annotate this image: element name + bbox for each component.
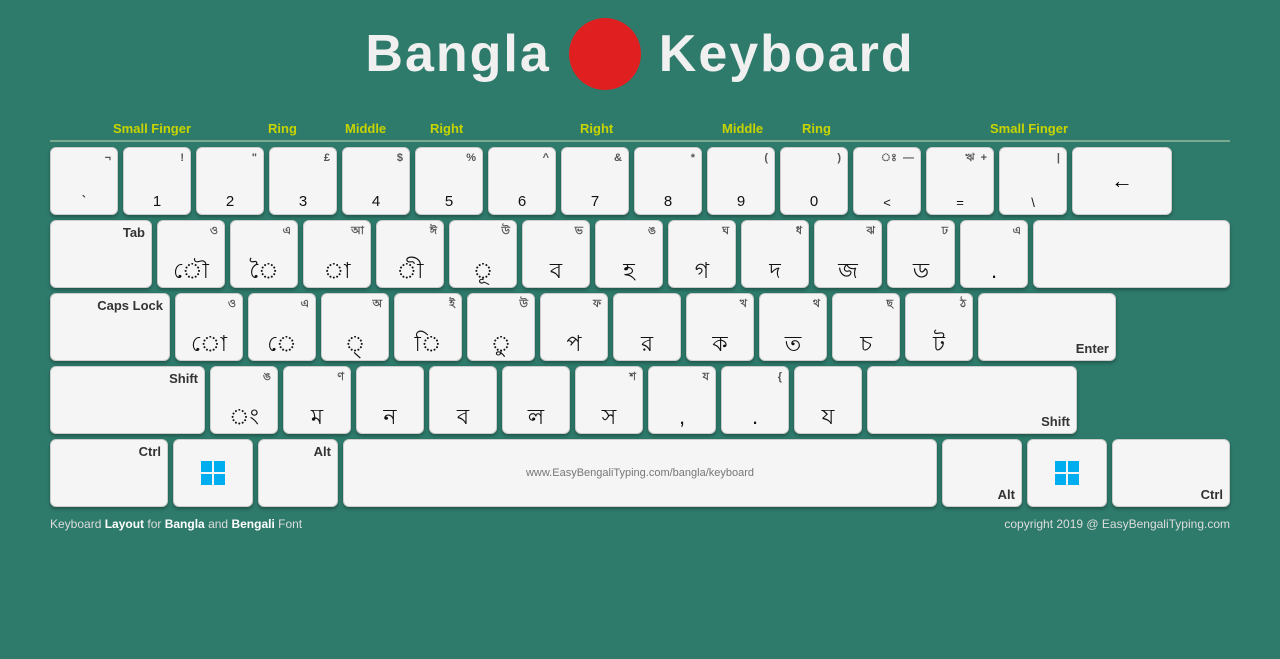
alt-left-label: Alt <box>314 444 331 459</box>
key-g[interactable]: উ ু <box>467 293 535 361</box>
alt-right-key[interactable]: Alt <box>942 439 1022 507</box>
bangladesh-flag-circle <box>569 18 641 90</box>
caps-lock-key[interactable]: Caps Lock <box>50 293 170 361</box>
key-l[interactable]: থ ত <box>759 293 827 361</box>
key-h[interactable]: ফ প <box>540 293 608 361</box>
key-e[interactable]: আ া <box>303 220 371 288</box>
key-3[interactable]: £ 3 <box>269 147 337 215</box>
key-a[interactable]: ও ো <box>175 293 243 361</box>
windows-logo-right-icon <box>1053 459 1081 487</box>
key-y[interactable]: ভ ব <box>522 220 590 288</box>
finger-label-right-left: Right <box>430 121 463 136</box>
key-j[interactable]: র <box>613 293 681 361</box>
footer-left: Keyboard Layout for Bangla and Bengali F… <box>50 517 302 531</box>
key-0[interactable]: ) 0 <box>780 147 848 215</box>
key-w[interactable]: এ ৈ <box>230 220 298 288</box>
key-1[interactable]: ! 1 <box>123 147 191 215</box>
key-r[interactable]: ঈ ী <box>376 220 444 288</box>
ctrl-right-label: Ctrl <box>1201 487 1223 502</box>
tab-row: Tab ও ৌ এ ৈ আ া ঈ ী উ ূ ভ <box>50 220 1230 288</box>
finger-divider-line <box>50 140 1230 142</box>
key-6[interactable]: ^ 6 <box>488 147 556 215</box>
header: Bangla Keyboard <box>365 18 914 90</box>
win-left-key[interactable] <box>173 439 253 507</box>
number-row: ¬ ` ! 1 " 2 £ 3 $ 4 % 5 <box>50 147 1230 215</box>
key-v[interactable]: ব <box>429 366 497 434</box>
key-minus[interactable]: ঃ — < <box>853 147 921 215</box>
shift-left-key[interactable]: Shift <box>50 366 205 434</box>
key-8[interactable]: * 8 <box>634 147 702 215</box>
backspace-key[interactable]: ← <box>1072 147 1172 215</box>
key-f[interactable]: ই ি <box>394 293 462 361</box>
key-backtick[interactable]: ¬ ` <box>50 147 118 215</box>
key-n[interactable]: শ স <box>575 366 643 434</box>
bottom-row: Ctrl Alt www.EasyBengaliTyping.com/bangl… <box>50 439 1230 507</box>
key-u[interactable]: ঙ হ <box>595 220 663 288</box>
shift-right-label: Shift <box>1041 414 1070 429</box>
finger-label-small-finger-right: Small Finger <box>990 121 1068 136</box>
key-i[interactable]: ঘ গ <box>668 220 736 288</box>
caps-lock-label: Caps Lock <box>97 298 163 313</box>
finger-label-ring-left: Ring <box>268 121 297 136</box>
ctrl-left-label: Ctrl <box>139 444 161 459</box>
key-p[interactable]: ঝ জ <box>814 220 882 288</box>
finger-label-right-right: Right <box>580 121 613 136</box>
key-9[interactable]: ( 9 <box>707 147 775 215</box>
space-key[interactable]: www.EasyBengaliTyping.com/bangla/keyboar… <box>343 439 937 507</box>
shift-left-label: Shift <box>169 371 198 386</box>
key-comma[interactable]: { . <box>721 366 789 434</box>
enter-key[interactable]: Enter <box>978 293 1116 361</box>
key-b[interactable]: ল <box>502 366 570 434</box>
finger-label-middle-left: Middle <box>345 121 386 136</box>
key-period[interactable]: য <box>794 366 862 434</box>
key-m[interactable]: য , <box>648 366 716 434</box>
windows-logo-icon <box>199 459 227 487</box>
key-o[interactable]: ধ দ <box>741 220 809 288</box>
key-q[interactable]: ও ৌ <box>157 220 225 288</box>
keyboard-container: Small Finger Ring Middle Right Right Mid… <box>50 108 1230 507</box>
shift-row: Shift ঙ ং ণ ম ন ব ল শ <box>50 366 1230 434</box>
enter-label: Enter <box>1076 341 1109 356</box>
key-rbracket[interactable]: এ . <box>960 220 1028 288</box>
key-2[interactable]: " 2 <box>196 147 264 215</box>
footer: Keyboard Layout for Bangla and Bengali F… <box>50 517 1230 531</box>
key-tab-end[interactable] <box>1033 220 1230 288</box>
key-4[interactable]: $ 4 <box>342 147 410 215</box>
shift-right-key[interactable]: Shift <box>867 366 1077 434</box>
caps-row: Caps Lock ও ো এ ে অ ্ ই ি উ ু <box>50 293 1230 361</box>
keyboard: ¬ ` ! 1 " 2 £ 3 $ 4 % 5 <box>50 147 1230 507</box>
key-equals[interactable]: ঋ + = <box>926 147 994 215</box>
tab-key[interactable]: Tab <box>50 220 152 288</box>
header-title-left: Bangla <box>365 24 550 84</box>
key-t[interactable]: উ ূ <box>449 220 517 288</box>
footer-right: copyright 2019 @ EasyBengaliTyping.com <box>1004 517 1230 531</box>
win-right-key[interactable] <box>1027 439 1107 507</box>
key-z[interactable]: ঙ ং <box>210 366 278 434</box>
key-x[interactable]: ণ ম <box>283 366 351 434</box>
finger-label-middle-right: Middle <box>722 121 763 136</box>
space-url: www.EasyBengaliTyping.com/bangla/keyboar… <box>526 467 754 479</box>
key-semicolon[interactable]: ছ চ <box>832 293 900 361</box>
key-c[interactable]: ন <box>356 366 424 434</box>
finger-labels-row: Small Finger Ring Middle Right Right Mid… <box>50 108 1230 136</box>
finger-label-ring-right: Ring <box>802 121 831 136</box>
header-title-right: Keyboard <box>659 24 915 84</box>
ctrl-left-key[interactable]: Ctrl <box>50 439 168 507</box>
key-s[interactable]: এ ে <box>248 293 316 361</box>
key-k[interactable]: খ ক <box>686 293 754 361</box>
alt-right-label: Alt <box>998 487 1015 502</box>
key-5[interactable]: % 5 <box>415 147 483 215</box>
key-lbracket[interactable]: ঢ ড <box>887 220 955 288</box>
key-7[interactable]: & 7 <box>561 147 629 215</box>
finger-label-small-finger-left: Small Finger <box>113 121 191 136</box>
key-d[interactable]: অ ্ <box>321 293 389 361</box>
key-pipe[interactable]: | \ <box>999 147 1067 215</box>
alt-left-key[interactable]: Alt <box>258 439 338 507</box>
key-quote[interactable]: ঠ ট <box>905 293 973 361</box>
ctrl-right-key[interactable]: Ctrl <box>1112 439 1230 507</box>
tab-label: Tab <box>123 225 145 240</box>
